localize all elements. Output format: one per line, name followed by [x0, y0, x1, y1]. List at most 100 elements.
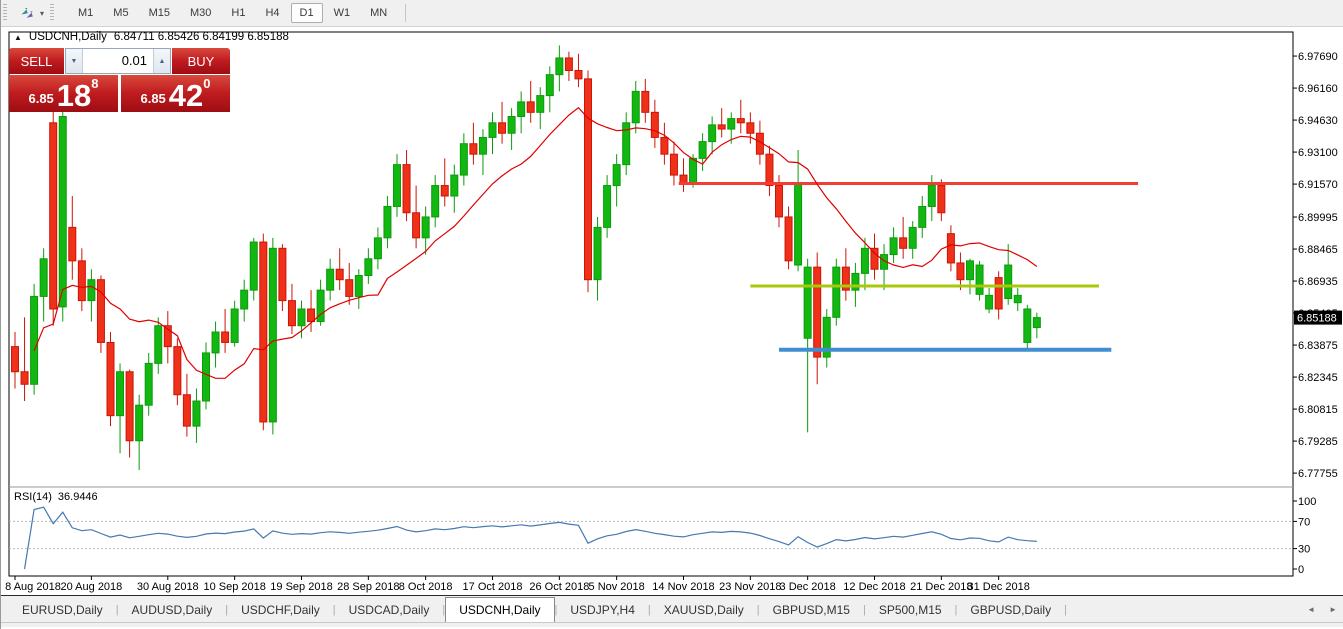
candle-body: [795, 185, 802, 266]
candle-body: [986, 295, 993, 309]
tab-usdchf-daily[interactable]: USDCHF,Daily: [228, 598, 333, 622]
candle-body: [518, 102, 525, 117]
timeframe-button-w1[interactable]: W1: [325, 3, 360, 23]
candle-body: [690, 158, 697, 183]
price-axis-label: 6.96160: [1298, 83, 1338, 95]
one-click-trading-panel: SELL ▼ 0.01 ▲ BUY 6.85 18 8 6.85 42 0: [9, 48, 230, 112]
price-axis-label: 6.94630: [1298, 115, 1338, 127]
buy-price-base: 6.85: [140, 91, 165, 106]
volume-increase-button[interactable]: ▲: [153, 49, 170, 73]
candle-body: [967, 261, 974, 280]
timeframe-button-m5[interactable]: M5: [104, 3, 137, 23]
volume-input[interactable]: 0.01: [83, 49, 153, 73]
timeframe-button-h1[interactable]: H1: [222, 3, 254, 23]
tab-xauusd-daily[interactable]: XAUUSD,Daily: [651, 598, 757, 622]
date-axis-label: 31 Dec 2018: [967, 581, 1029, 593]
candle-body: [422, 217, 429, 238]
timeframe-button-h4[interactable]: H4: [256, 3, 288, 23]
chevron-down-icon[interactable]: ▾: [40, 9, 44, 18]
candle-body: [107, 342, 114, 415]
sell-price-base: 6.85: [28, 91, 53, 106]
tab-audusd-daily[interactable]: AUDUSD,Daily: [119, 598, 226, 622]
date-axis-label: 26 Oct 2018: [529, 581, 589, 593]
candle-body: [766, 154, 773, 185]
price-axis-label: 6.86935: [1298, 276, 1338, 288]
candle-body: [546, 75, 553, 96]
timeframe-button-group: M1M5M15M30H1H4D1W1MN: [68, 3, 397, 23]
buy-price-big: 42: [169, 83, 203, 109]
candle-body: [451, 175, 458, 196]
candle-body: [976, 265, 983, 294]
candle-body: [565, 58, 572, 71]
tab-gbpusd-daily[interactable]: GBPUSD,Daily: [957, 598, 1064, 622]
tab-eurusd-daily[interactable]: EURUSD,Daily: [9, 598, 116, 622]
triangle-up-icon[interactable]: ▲: [14, 33, 22, 42]
candle-body: [21, 372, 28, 385]
timeframe-button-m15[interactable]: M15: [140, 3, 179, 23]
candle-body: [50, 123, 57, 309]
timeframe-button-m1[interactable]: M1: [69, 3, 102, 23]
candle-body: [556, 58, 563, 75]
rsi-axis-label: 70: [1298, 516, 1310, 528]
buy-button[interactable]: BUY: [172, 48, 230, 74]
date-axis-label: 14 Nov 2018: [652, 581, 714, 593]
candle-body: [995, 278, 1002, 309]
toolbar-separator: [405, 4, 406, 22]
price-axis-label: 6.97690: [1298, 51, 1338, 63]
candle-body: [336, 269, 343, 279]
tab-scroll-right-icon[interactable]: ►: [1329, 605, 1337, 614]
candle-body: [632, 91, 639, 122]
candle-body: [527, 102, 534, 112]
candle-body: [222, 332, 229, 342]
candle-body: [833, 267, 840, 317]
rsi-axis-label: 100: [1298, 496, 1316, 508]
tab-gbpusd-m15[interactable]: GBPUSD,M15: [760, 598, 863, 622]
tab-sp500-m15[interactable]: SP500,M15: [866, 598, 955, 622]
volume-decrease-button[interactable]: ▼: [66, 49, 83, 73]
toolbar-grip[interactable]: [50, 4, 54, 22]
timeframe-button-d1[interactable]: D1: [291, 3, 323, 23]
candle-body: [651, 112, 658, 137]
sell-price-box[interactable]: 6.85 18 8: [9, 75, 118, 112]
tab-separator: |: [1064, 598, 1067, 622]
candle-body: [231, 309, 238, 342]
buy-price-box[interactable]: 6.85 42 0: [121, 75, 230, 112]
volume-control: ▼ 0.01 ▲: [65, 48, 171, 74]
candle-body: [126, 372, 133, 441]
trade-arrows-icon: [19, 5, 35, 21]
tab-usdcad-daily[interactable]: USDCAD,Daily: [336, 598, 443, 622]
rsi-axis-label: 30: [1298, 544, 1310, 556]
chart-title: ▲ USDCNH,Daily 6.84711 6.85426 6.84199 6…: [14, 31, 289, 43]
price-axis-label: 6.89995: [1298, 212, 1338, 224]
candle-body: [699, 142, 706, 159]
toolbar-grip[interactable]: [3, 4, 7, 22]
candle-body: [575, 70, 582, 78]
candle-body: [613, 165, 620, 186]
candle-body: [718, 125, 725, 129]
candle-body: [250, 242, 257, 290]
candle-body: [384, 206, 391, 237]
date-axis-label: 19 Sep 2018: [270, 581, 332, 593]
date-axis-label: 30 Aug 2018: [137, 581, 199, 593]
timeframe-button-mn[interactable]: MN: [361, 3, 396, 23]
date-axis-label: 23 Nov 2018: [719, 581, 781, 593]
candle-body: [919, 206, 926, 227]
candle-body: [776, 186, 783, 217]
sell-button[interactable]: SELL: [9, 48, 64, 74]
date-axis-label: 8 Aug 2018: [5, 581, 61, 593]
candle-body: [661, 137, 668, 154]
candle-body: [890, 238, 897, 255]
candle-body: [499, 123, 506, 133]
tab-usdjpy-h4[interactable]: USDJPY,H4: [557, 598, 647, 622]
tab-usdcnh-daily[interactable]: USDCNH,Daily: [445, 597, 554, 622]
candle-body: [852, 273, 859, 290]
tab-scroll-left-icon[interactable]: ◄: [1307, 605, 1315, 614]
candle-body: [441, 186, 448, 196]
trade-arrows-tool-button[interactable]: ▾: [15, 3, 48, 23]
sell-price-big: 18: [57, 83, 91, 109]
timeframe-button-m30[interactable]: M30: [181, 3, 220, 23]
candle-body: [814, 267, 821, 357]
price-axis-label: 6.83875: [1298, 340, 1338, 352]
candle-body: [203, 353, 210, 401]
candle-body: [479, 137, 486, 154]
